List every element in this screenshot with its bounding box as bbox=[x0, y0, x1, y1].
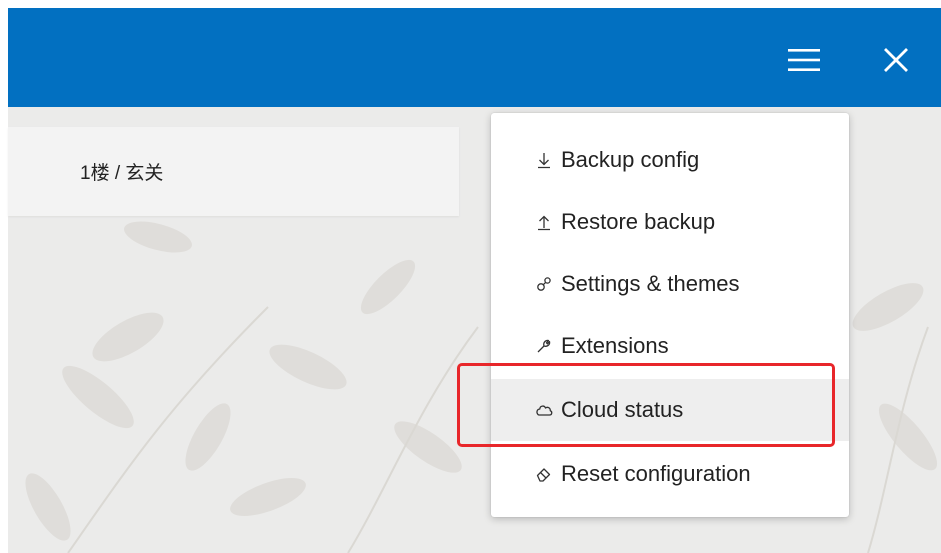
menu-item-cloud-status[interactable]: Cloud status bbox=[491, 379, 849, 441]
app-bar bbox=[8, 8, 941, 107]
settings-icon bbox=[533, 275, 555, 293]
hamburger-menu-icon bbox=[788, 49, 820, 71]
cloud-icon bbox=[533, 402, 555, 418]
upload-icon bbox=[533, 213, 555, 231]
overflow-menu: Backup config Restore backup Settings & … bbox=[491, 113, 849, 517]
top-strip bbox=[0, 0, 941, 8]
menu-item-label: Backup config bbox=[561, 147, 700, 172]
menu-button[interactable] bbox=[782, 38, 826, 82]
breadcrumb[interactable]: 1楼 / 玄关 bbox=[80, 158, 163, 185]
menu-item-extensions[interactable]: Extensions bbox=[491, 315, 849, 377]
menu-item-label: Cloud status bbox=[561, 397, 684, 422]
wrench-icon bbox=[533, 337, 555, 355]
menu-item-reset-configuration[interactable]: Reset configuration bbox=[491, 443, 849, 505]
menu-item-restore-backup[interactable]: Restore backup bbox=[491, 191, 849, 253]
menu-item-label: Extensions bbox=[561, 333, 669, 358]
menu-item-label: Settings & themes bbox=[561, 271, 740, 296]
close-button[interactable] bbox=[874, 38, 918, 82]
menu-item-backup-config[interactable]: Backup config bbox=[491, 129, 849, 191]
breadcrumb-card bbox=[8, 127, 459, 216]
menu-item-label: Reset configuration bbox=[561, 461, 751, 486]
close-icon bbox=[884, 48, 908, 72]
download-icon bbox=[533, 151, 555, 169]
menu-item-label: Restore backup bbox=[561, 209, 716, 234]
menu-item-settings-themes[interactable]: Settings & themes bbox=[491, 253, 849, 315]
eraser-icon bbox=[533, 465, 555, 483]
